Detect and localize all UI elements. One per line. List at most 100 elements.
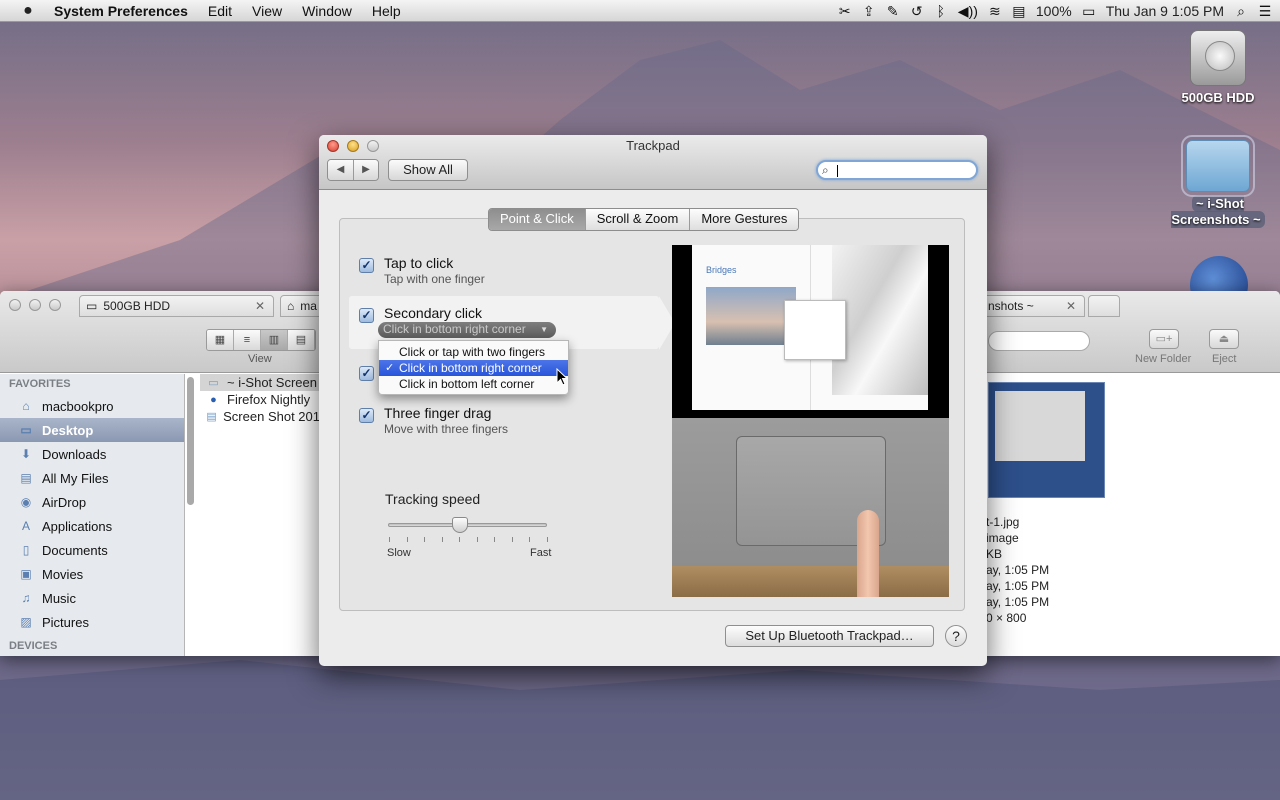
finger-illustration <box>857 510 879 597</box>
tab-label: ma <box>300 299 317 313</box>
notification-center-icon[interactable]: ☰ <box>1258 3 1272 20</box>
tab-scroll-zoom[interactable]: Scroll & Zoom <box>584 209 690 230</box>
desk-surface <box>672 566 949 597</box>
spotlight-icon[interactable]: ⌕ <box>1234 3 1248 20</box>
tab-close-icon[interactable]: ✕ <box>255 299 265 313</box>
show-all-button[interactable]: Show All <box>388 159 468 181</box>
flag-icon[interactable]: ▤ <box>1012 3 1026 20</box>
finder-tab-hdd[interactable]: ▭ 500GB HDD ✕ <box>79 295 274 317</box>
menu-item-bottom-left[interactable]: Click in bottom left corner <box>379 376 568 392</box>
applications-icon: A <box>21 519 30 533</box>
menu-edit[interactable]: Edit <box>198 3 242 19</box>
sidebar-item-movies[interactable]: ▣ Movies <box>0 562 184 586</box>
info-line: ay, 1:05 PM <box>986 579 1050 593</box>
pictures-icon: ▨ <box>20 615 32 629</box>
apple-menu-icon[interactable]: ● <box>18 2 38 20</box>
sidebar-scrollbar[interactable] <box>187 377 194 505</box>
tab-more-gestures[interactable]: More Gestures <box>689 209 799 230</box>
time-machine-icon[interactable]: ↺ <box>910 3 924 20</box>
sidebar-item-label: Movies <box>42 566 84 582</box>
upload-icon[interactable]: ⇪ <box>862 3 876 20</box>
pen-icon[interactable]: ✎ <box>886 3 900 20</box>
secondary-click-menu: Click or tap with two fingers ✓ Click in … <box>378 340 569 395</box>
option-label: Three finger drag <box>384 405 492 421</box>
option-sublabel: Tap with one finger <box>384 272 485 286</box>
tap-to-click-checkbox[interactable]: ✓ <box>359 258 374 273</box>
menu-view[interactable]: View <box>242 3 292 19</box>
info-line: 0 × 800 <box>986 611 1027 625</box>
tab-close-icon[interactable]: ✕ <box>1066 299 1076 313</box>
list-view-icon[interactable]: ≡ <box>234 330 261 350</box>
forward-icon[interactable]: ▶ <box>353 160 378 180</box>
help-button[interactable]: ? <box>945 625 967 647</box>
zoom-button[interactable] <box>49 299 61 311</box>
back-icon[interactable]: ◀ <box>328 160 353 180</box>
icon-view-icon[interactable]: ▦ <box>207 330 234 350</box>
slider-tick <box>389 537 390 542</box>
new-folder-icon[interactable]: ▭+ <box>1149 329 1179 349</box>
new-folder-label[interactable]: New Folder <box>1135 353 1191 365</box>
column-item[interactable]: ● Firefox Nightly <box>200 391 320 408</box>
preview-trackpad-scene <box>672 418 949 597</box>
secondary-click-checkbox[interactable]: ✓ <box>359 308 374 323</box>
documents-icon: ▯ <box>22 543 30 557</box>
coverflow-view-icon[interactable]: ▤ <box>288 330 315 350</box>
sidebar-item-documents[interactable]: ▯ Documents <box>0 538 184 562</box>
desktop-screenshots-folder[interactable]: ~ i-Shot Screenshots ~ <box>1168 135 1268 228</box>
sidebar-item-music[interactable]: ♫ Music <box>0 586 184 610</box>
slider-tick <box>529 537 530 542</box>
eject-label[interactable]: Eject <box>1212 353 1236 365</box>
movies-icon: ▣ <box>20 567 32 581</box>
new-tab-button[interactable] <box>1088 295 1120 317</box>
menu-item-bottom-right[interactable]: ✓ Click in bottom right corner <box>379 360 568 376</box>
menu-item-label: Click or tap with two fingers <box>399 345 546 359</box>
column-view-icon[interactable]: ▥ <box>261 330 288 350</box>
sidebar-item-label: Downloads <box>42 446 107 462</box>
folder-icon <box>1181 135 1255 197</box>
search-input[interactable]: ⌕ <box>816 160 978 180</box>
text-caret <box>837 165 838 177</box>
volume-icon[interactable]: ◀)) <box>958 3 978 20</box>
desktop-hdd-label: 500GB HDD <box>1181 90 1255 105</box>
mouse-pointer-icon <box>556 368 568 386</box>
nav-buttons: ◀ ▶ <box>327 159 379 181</box>
bluetooth-icon[interactable]: ᛒ <box>934 3 948 19</box>
tab-point-click[interactable]: Point & Click <box>489 209 585 230</box>
screenshot-app-icon[interactable]: ✂ <box>838 3 852 20</box>
three-finger-drag-checkbox[interactable]: ✓ <box>359 408 374 423</box>
desktop-folder-label: ~ i-Shot Screenshots ~ <box>1171 195 1265 228</box>
slider-tick <box>476 537 478 542</box>
airdrop-icon: ◉ <box>20 495 32 509</box>
sidebar-item-home[interactable]: ⌂ macbookpro <box>0 394 184 418</box>
menu-help[interactable]: Help <box>362 3 411 19</box>
column-item[interactable]: ▭ ~ i-Shot Screen <box>200 374 320 391</box>
sidebar-item-pictures[interactable]: ▨ Pictures <box>0 610 184 634</box>
setup-bluetooth-trackpad-button[interactable]: Set Up Bluetooth Trackpad… <box>725 625 934 647</box>
column-item[interactable]: ▤ Screen Shot 201 <box>200 408 320 425</box>
battery-percent[interactable]: 100% <box>1036 3 1072 19</box>
menu-app-name[interactable]: System Preferences <box>54 3 198 19</box>
finder-search-field[interactable] <box>988 331 1090 351</box>
sidebar-item-downloads[interactable]: ⬇ Downloads <box>0 442 184 466</box>
hidden-option-checkbox[interactable]: ✓ <box>359 366 374 381</box>
sidebar-item-desktop[interactable]: ▭ Desktop <box>0 418 184 442</box>
menu-window[interactable]: Window <box>292 3 362 19</box>
tracking-speed-knob[interactable] <box>451 517 468 533</box>
close-button[interactable] <box>9 299 21 311</box>
wifi-icon[interactable]: ≋ <box>988 3 1002 20</box>
minimize-button[interactable] <box>29 299 41 311</box>
gesture-preview: Bridges <box>672 245 949 597</box>
preview-doc-title: Bridges <box>706 265 737 275</box>
menu-item-two-fingers[interactable]: Click or tap with two fingers <box>379 344 568 360</box>
desktop-hdd[interactable]: 500GB HDD <box>1168 30 1268 106</box>
battery-icon[interactable]: ▭ <box>1082 3 1096 20</box>
secondary-click-popup[interactable]: Click in bottom right corner ▼ <box>378 322 556 338</box>
finder-tab-screenshots[interactable]: nshots ~ ✕ <box>975 295 1085 317</box>
music-icon: ♫ <box>21 591 31 605</box>
sidebar-item-airdrop[interactable]: ◉ AirDrop <box>0 490 184 514</box>
sidebar-item-all-files[interactable]: ▤ All My Files <box>0 466 184 490</box>
sidebar-item-applications[interactable]: A Applications <box>0 514 184 538</box>
clock[interactable]: Thu Jan 9 1:05 PM <box>1106 3 1224 19</box>
info-line: image <box>986 531 1019 545</box>
eject-icon[interactable]: ⏏ <box>1209 329 1239 349</box>
